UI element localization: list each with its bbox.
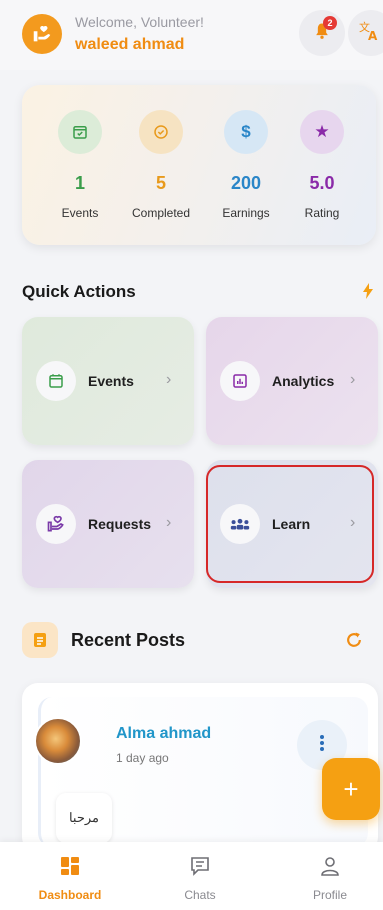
stat-label: Completed xyxy=(131,206,191,220)
nav-label: Chats xyxy=(184,888,216,902)
dollar-icon: $ xyxy=(224,110,268,154)
nav-dashboard[interactable]: Dashboard xyxy=(20,842,120,910)
document-icon xyxy=(22,622,58,658)
calendar-icon xyxy=(36,361,76,401)
quick-action-label: Analytics xyxy=(272,373,335,389)
refresh-icon[interactable] xyxy=(344,630,364,655)
bottom-nav: Dashboard Chats Profile xyxy=(0,842,383,910)
post-author[interactable]: Alma ahmad xyxy=(116,725,211,743)
highlight-outline xyxy=(206,465,374,583)
bar-chart-icon xyxy=(220,361,260,401)
quick-action-analytics[interactable]: Analytics › xyxy=(206,317,378,445)
username-label: waleed ahmad xyxy=(75,36,185,53)
post-text: مرحبا xyxy=(56,793,112,843)
stat-value: 5.0 xyxy=(309,173,335,193)
quick-action-label: Requests xyxy=(88,516,152,532)
stats-card: 1 Events 5 Completed $ 200 Earnings ★ 5.… xyxy=(22,85,376,245)
stat-earnings: $ 200 Earnings xyxy=(206,85,286,245)
notifications-button[interactable]: 2 xyxy=(299,10,345,56)
nav-profile[interactable]: Profile xyxy=(280,842,380,910)
quick-actions-title: Quick Actions xyxy=(22,282,136,301)
add-post-button[interactable]: + xyxy=(322,758,380,820)
more-vertical-icon xyxy=(319,734,325,757)
stat-value: 1 xyxy=(74,173,85,193)
stat-value: 200 xyxy=(230,173,262,193)
app-header: Welcome, Volunteer! waleed ahmad 2 文 A xyxy=(0,0,383,70)
hand-heart-icon xyxy=(36,504,76,544)
notification-badge: 2 xyxy=(323,16,337,30)
translate-button[interactable]: 文 A xyxy=(348,10,383,56)
recent-posts-title: Recent Posts xyxy=(71,630,186,650)
quick-action-requests[interactable]: Requests › xyxy=(22,460,194,588)
stat-label: Events xyxy=(61,206,99,220)
svg-text:A: A xyxy=(368,29,378,42)
quick-action-events[interactable]: Events › xyxy=(22,317,194,445)
chevron-right-icon: › xyxy=(350,371,356,388)
avatar[interactable] xyxy=(34,717,82,765)
stat-rating: ★ 5.0 Rating xyxy=(282,85,362,245)
chat-icon xyxy=(188,854,212,878)
translate-icon: 文 A xyxy=(358,20,382,47)
welcome-text: Welcome, Volunteer! xyxy=(75,14,204,30)
post-time: 1 day ago xyxy=(116,751,169,765)
nav-label: Profile xyxy=(312,888,347,902)
bolt-icon xyxy=(362,283,374,304)
nav-chats[interactable]: Chats xyxy=(150,842,250,910)
check-circle-icon xyxy=(139,110,183,154)
profile-icon xyxy=(318,854,342,878)
nav-label: Dashboard xyxy=(38,888,102,902)
stat-events: 1 Events xyxy=(40,85,120,245)
stat-label: Earnings xyxy=(222,206,270,220)
hand-heart-icon xyxy=(22,14,62,54)
quick-action-label: Events xyxy=(88,373,134,389)
chevron-right-icon: › xyxy=(166,514,172,531)
calendar-check-icon xyxy=(58,110,102,154)
stat-completed: 5 Completed xyxy=(121,85,201,245)
stat-label: Rating xyxy=(304,206,340,220)
stat-value: 5 xyxy=(155,173,166,193)
star-icon: ★ xyxy=(300,110,344,154)
chevron-right-icon: › xyxy=(166,371,172,388)
dashboard-icon xyxy=(58,854,82,878)
